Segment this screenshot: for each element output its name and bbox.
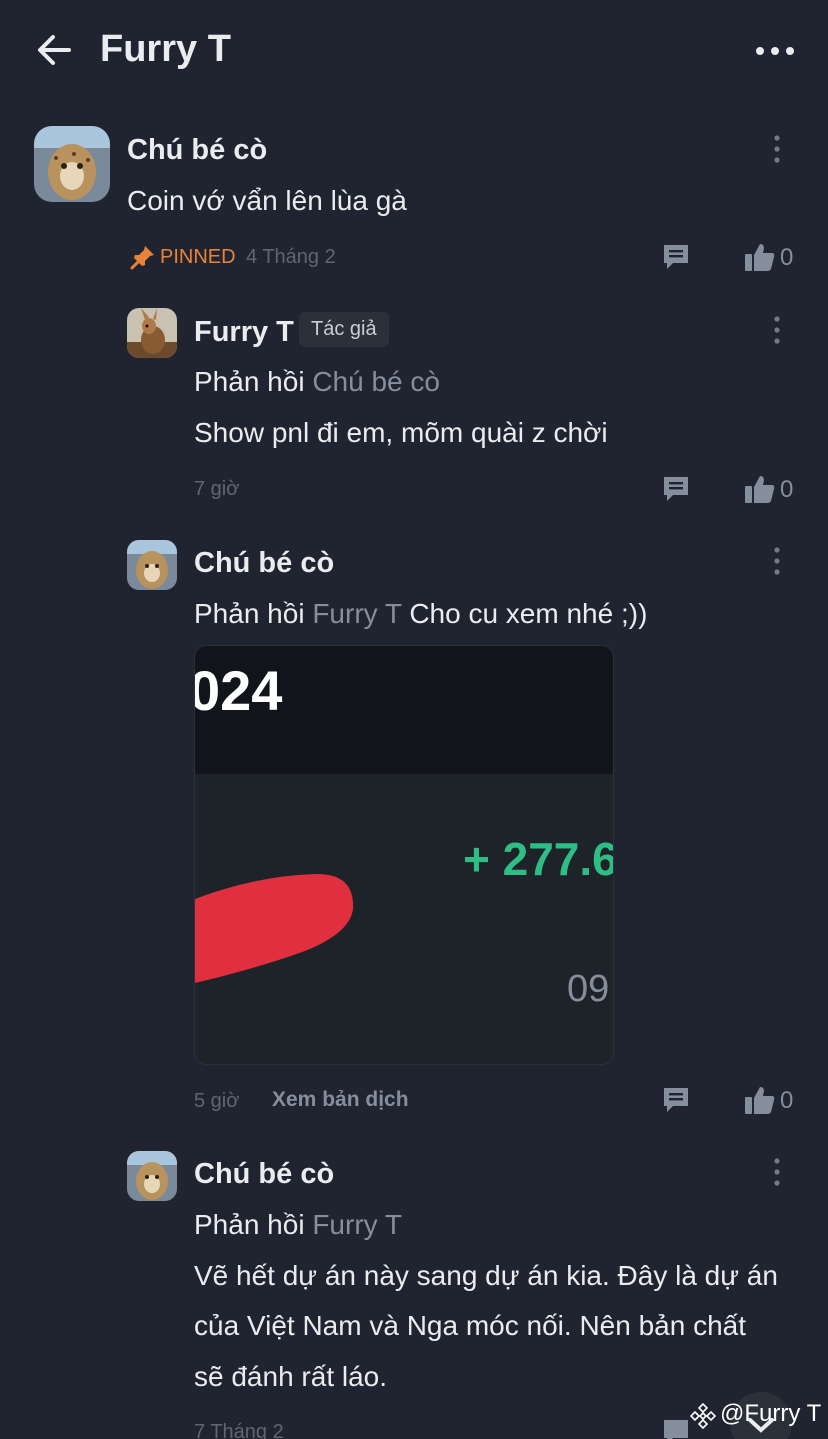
more-vertical-icon[interactable]	[767, 314, 787, 348]
reply-time: 5 giờ	[194, 1090, 240, 1112]
pinned-label: PINNED	[160, 246, 236, 268]
thumbs-up-icon[interactable]	[744, 474, 776, 504]
thumbs-up-icon[interactable]	[744, 242, 776, 272]
reply-prefix: Phản hồi	[194, 598, 305, 629]
avatar[interactable]	[127, 308, 177, 358]
reply-author[interactable]: Chú bé cò	[194, 547, 334, 580]
comment-text: Coin vớ vẩn lên lùa gà	[127, 185, 407, 216]
reply-to-user[interactable]: Chú bé cò	[312, 366, 440, 397]
top-bar: Furry T	[0, 0, 828, 104]
reply-icon[interactable]	[661, 1085, 691, 1115]
attached-image[interactable]: 024 + 277.6 09	[194, 645, 614, 1065]
page-title: Furry T	[100, 28, 231, 70]
reply-text: Show pnl đi em, mõm quài z chời	[194, 417, 608, 448]
avatar[interactable]	[127, 540, 177, 590]
image-year-text: 024	[194, 659, 283, 722]
comment-author[interactable]: Chú bé cò	[127, 134, 267, 167]
avatar[interactable]	[127, 1151, 177, 1201]
like-count: 0	[780, 1087, 794, 1114]
reply-time: 7 giờ	[194, 478, 240, 500]
reply-text-line: Vẽ hết dự án này sang dự án kia. Đây là …	[194, 1260, 778, 1291]
reply-to-user[interactable]: Furry T	[312, 1209, 402, 1240]
more-horizontal-icon[interactable]	[752, 36, 798, 66]
reply-icon[interactable]	[661, 1417, 691, 1439]
reply-to-user[interactable]: Furry T	[312, 598, 401, 629]
arrow-left-icon[interactable]	[33, 30, 73, 70]
reply-text: Cho cu xem nhé ;))	[409, 598, 648, 629]
reply-author[interactable]: Furry T	[194, 316, 294, 349]
reply-to-line: Phản hồi Furry T Cho cu xem nhé ;))	[194, 598, 647, 630]
translate-link[interactable]: Xem bản dịch	[272, 1088, 409, 1112]
pin-icon	[130, 246, 154, 270]
more-vertical-icon[interactable]	[767, 545, 787, 579]
reply-text-line: của Việt Nam và Nga móc nối. Nên bản chấ…	[194, 1310, 747, 1341]
image-pnl-text: + 277.6	[463, 833, 614, 885]
reply-text-line: sẽ đánh rất láo.	[194, 1361, 388, 1392]
like-count: 0	[780, 244, 794, 271]
reply-time: 7 Tháng 2	[194, 1421, 284, 1439]
avatar[interactable]	[34, 126, 110, 202]
comment-date: 4 Tháng 2	[246, 246, 336, 268]
watermark: @Furry T	[720, 1400, 822, 1427]
reply-to-line: Phản hồi Chú bé cò	[194, 366, 440, 398]
redaction-scribble	[195, 873, 354, 983]
author-badge: Tác giả	[299, 312, 389, 347]
reply-prefix: Phản hồi	[194, 1209, 305, 1240]
image-small-text: 09	[567, 968, 610, 1010]
binance-logo-icon	[690, 1403, 716, 1429]
like-count: 0	[780, 476, 794, 503]
reply-author[interactable]: Chú bé cò	[194, 1158, 334, 1191]
reply-icon[interactable]	[661, 242, 691, 272]
thumbs-up-icon[interactable]	[744, 1085, 776, 1115]
more-vertical-icon[interactable]	[767, 1156, 787, 1190]
reply-icon[interactable]	[661, 474, 691, 504]
reply-prefix: Phản hồi	[194, 366, 305, 397]
more-vertical-icon[interactable]	[767, 133, 787, 167]
reply-to-line: Phản hồi Furry T	[194, 1209, 402, 1241]
